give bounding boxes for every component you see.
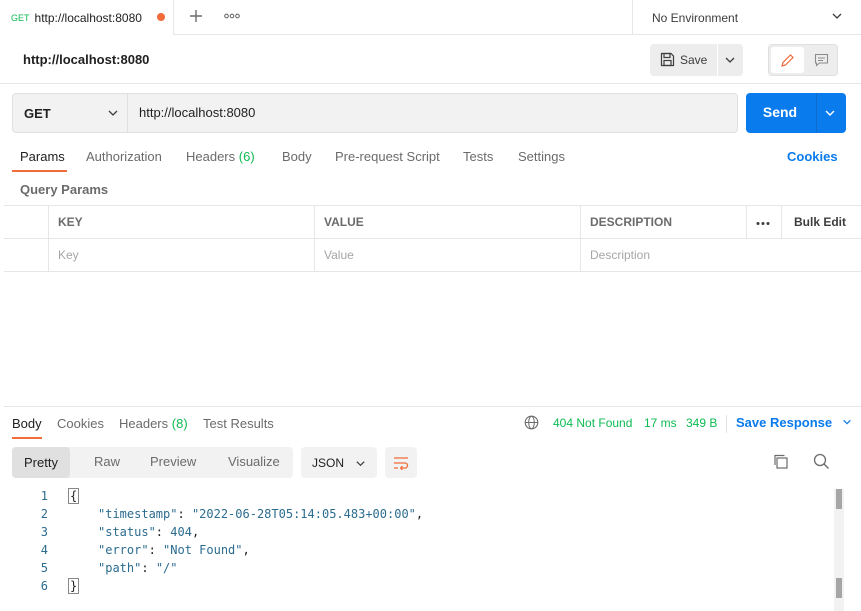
wrap-lines-icon[interactable] xyxy=(385,447,417,478)
environment-label: No Environment xyxy=(652,10,739,25)
tab-title: http://localhost:8080 xyxy=(34,10,142,25)
tab-headers-label: Headers xyxy=(186,149,236,164)
method-value: GET xyxy=(24,106,51,121)
request-tab[interactable]: GET http://localhost:8080 xyxy=(0,0,174,35)
chevron-down-icon[interactable] xyxy=(724,54,736,69)
tab-body[interactable]: Body xyxy=(282,149,312,164)
table-header-row: KEY VALUE DESCRIPTION Bulk Edit xyxy=(4,206,861,239)
tab-authorization[interactable]: Authorization xyxy=(86,149,162,164)
method-select[interactable]: GET xyxy=(13,94,128,132)
tab-test-results[interactable]: Test Results xyxy=(203,416,274,431)
globe-icon[interactable] xyxy=(524,415,539,433)
key-input[interactable]: Key xyxy=(48,239,314,271)
code-line: 2 "timestamp": "2022-06-28T05:14:05.483+… xyxy=(40,507,424,521)
response-size[interactable]: 349 B xyxy=(686,416,717,430)
table-row: Key Value Description xyxy=(4,239,861,272)
request-title[interactable]: http://localhost:8080 xyxy=(23,52,149,67)
scroll-up-thumb[interactable] xyxy=(836,489,842,509)
format-pretty[interactable]: Pretty xyxy=(12,447,70,478)
tab-response-headers[interactable]: Headers (8) xyxy=(119,416,188,431)
format-visualize[interactable]: Visualize xyxy=(228,454,280,469)
format-selector: Pretty Raw Preview Visualize xyxy=(12,447,293,478)
copy-icon[interactable] xyxy=(772,453,789,473)
description-input[interactable]: Description xyxy=(580,239,861,271)
language-value: JSON xyxy=(312,456,345,470)
url-bar: GET http://localhost:8080 xyxy=(12,93,738,133)
url-input[interactable]: http://localhost:8080 xyxy=(139,105,255,120)
unsaved-dot-icon xyxy=(157,13,165,21)
code-line: 5 "path": "/" xyxy=(40,561,178,575)
send-button[interactable]: Send xyxy=(746,93,846,133)
response-headers-count: (8) xyxy=(171,416,188,431)
active-tab-indicator xyxy=(12,437,42,439)
request-tabs: Params Authorization Headers (6) Body Pr… xyxy=(0,146,861,172)
response-status[interactable]: 404 Not Found xyxy=(553,416,632,430)
tab-params[interactable]: Params xyxy=(20,149,65,164)
search-icon[interactable] xyxy=(813,453,830,473)
response-tabs: Body Cookies Headers (8) Test Results 40… xyxy=(0,413,861,439)
column-header-value: VALUE xyxy=(314,206,580,238)
response-body-code[interactable]: 1 { 2 "timestamp": "2022-06-28T05:14:05.… xyxy=(12,488,834,607)
value-input[interactable]: Value xyxy=(314,239,580,271)
language-select[interactable]: JSON xyxy=(301,447,377,478)
code-line: 1 { xyxy=(40,488,80,504)
response-time[interactable]: 17 ms xyxy=(644,416,677,430)
tab-prerequest-script[interactable]: Pre-request Script xyxy=(335,149,440,164)
plus-icon[interactable] xyxy=(185,5,207,27)
format-preview[interactable]: Preview xyxy=(150,454,196,469)
column-header-description: DESCRIPTION xyxy=(580,206,746,238)
active-tab-indicator xyxy=(12,170,67,172)
tab-method: GET xyxy=(11,12,30,23)
more-horizontal-icon[interactable] xyxy=(222,5,242,27)
save-button[interactable]: Save xyxy=(650,44,743,76)
chevron-down-icon xyxy=(107,107,119,122)
query-params-title: Query Params xyxy=(20,182,109,197)
chevron-down-icon xyxy=(831,10,843,25)
pencil-icon[interactable] xyxy=(771,47,804,73)
chevron-down-icon[interactable] xyxy=(824,107,836,122)
send-label: Send xyxy=(762,104,798,120)
headers-count: (6) xyxy=(238,149,255,164)
tab-response-body[interactable]: Body xyxy=(12,416,42,431)
column-header-key: KEY xyxy=(48,206,314,238)
tab-tests[interactable]: Tests xyxy=(463,149,493,164)
environment-select[interactable]: No Environment xyxy=(632,0,861,35)
chevron-down-icon xyxy=(842,419,851,425)
chevron-down-icon xyxy=(355,457,366,472)
format-raw[interactable]: Raw xyxy=(94,454,120,469)
tab-headers[interactable]: Headers (6) xyxy=(186,149,255,164)
params-table: KEY VALUE DESCRIPTION Bulk Edit Key Valu… xyxy=(4,205,861,272)
more-horizontal-icon[interactable] xyxy=(756,215,770,229)
bulk-edit-button[interactable]: Bulk Edit xyxy=(794,215,846,229)
cookies-link[interactable]: Cookies xyxy=(787,149,838,164)
tab-response-cookies[interactable]: Cookies xyxy=(57,416,104,431)
tab-strip: GET http://localhost:8080 No Environment xyxy=(0,0,861,35)
code-line: 3 "status": 404, xyxy=(40,525,200,539)
view-mode-toggle xyxy=(768,44,838,76)
tab-settings[interactable]: Settings xyxy=(518,149,565,164)
request-header: http://localhost:8080 Save xyxy=(0,36,861,84)
save-response-button[interactable]: Save Response xyxy=(736,415,852,430)
scroll-down-thumb[interactable] xyxy=(836,578,842,598)
code-line: 6 } xyxy=(40,578,80,594)
code-line: 4 "error": "Not Found", xyxy=(40,543,250,557)
save-icon xyxy=(660,52,675,70)
comment-icon[interactable] xyxy=(807,47,835,73)
save-label: Save xyxy=(680,53,708,67)
